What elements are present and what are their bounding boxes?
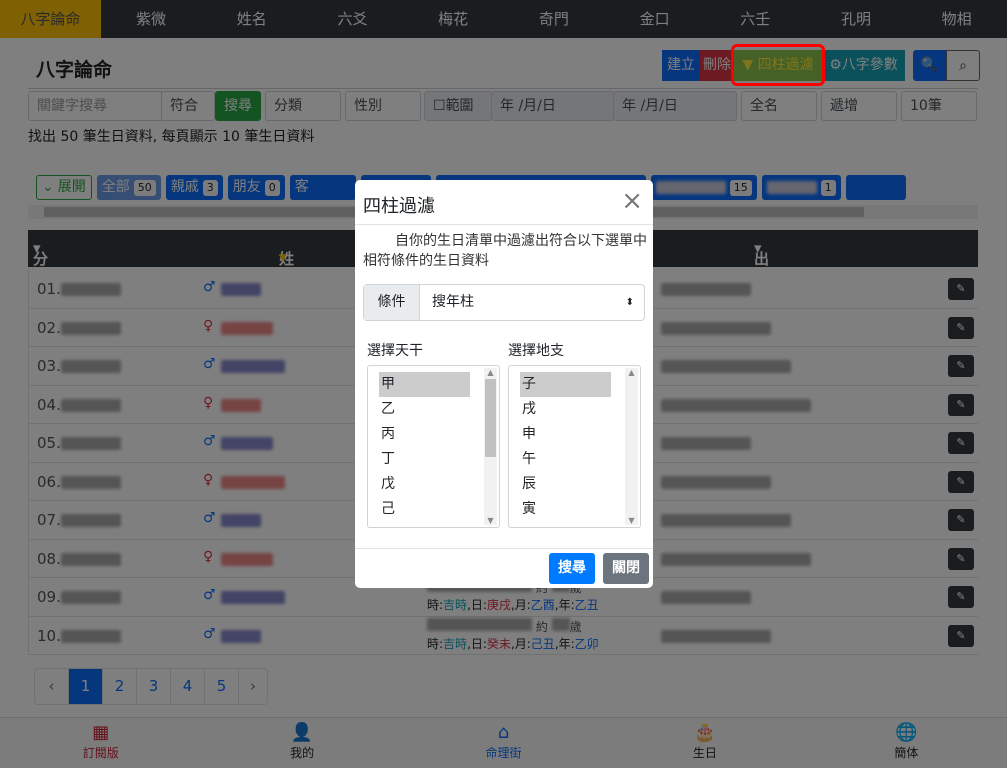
- condition-group: 條件 搜年柱 ⬍: [363, 284, 645, 321]
- stem-option[interactable]: 丁: [368, 447, 472, 472]
- modal-search-button[interactable]: 搜尋: [549, 553, 595, 584]
- stems-listbox[interactable]: 甲 乙 丙 丁 戊 己 ▲ ▼: [367, 365, 500, 528]
- condition-label: 條件: [364, 285, 420, 320]
- stem-option[interactable]: 戊: [368, 472, 472, 497]
- modal-close-button[interactable]: 關閉: [603, 553, 649, 584]
- stem-option[interactable]: 己: [368, 497, 472, 522]
- close-icon[interactable]: ×: [621, 186, 643, 216]
- sort-arrows-icon: ⬍: [625, 297, 634, 308]
- branches-listbox[interactable]: 子 戌 申 午 辰 寅 ▲ ▼: [508, 365, 641, 528]
- stems-scrollbar[interactable]: ▲ ▼: [484, 368, 497, 525]
- stem-option[interactable]: 丙: [368, 422, 472, 447]
- branch-option[interactable]: 申: [509, 422, 613, 447]
- pillar-filter-modal: 四柱過濾 × 自你的生日清單中過濾出符合以下選單中相符條件的生日資料 條件 搜年…: [355, 180, 653, 588]
- stem-option[interactable]: 甲: [379, 372, 470, 397]
- condition-select[interactable]: 搜年柱 ⬍: [420, 285, 644, 320]
- highlight-box: [731, 44, 825, 86]
- branches-scrollbar[interactable]: ▲ ▼: [625, 368, 638, 525]
- stems-label: 選擇天干: [367, 343, 423, 359]
- branches-label: 選擇地支: [508, 343, 564, 359]
- branch-option[interactable]: 子: [520, 372, 611, 397]
- branch-option[interactable]: 寅: [509, 497, 613, 522]
- modal-title: 四柱過濾: [363, 196, 435, 217]
- branch-option[interactable]: 戌: [509, 397, 613, 422]
- stem-option[interactable]: 乙: [368, 397, 472, 422]
- branch-option[interactable]: 午: [509, 447, 613, 472]
- branch-option[interactable]: 辰: [509, 472, 613, 497]
- modal-footer-divider: [355, 548, 653, 549]
- modal-description: 自你的生日清單中過濾出符合以下選單中相符條件的生日資料: [363, 233, 647, 269]
